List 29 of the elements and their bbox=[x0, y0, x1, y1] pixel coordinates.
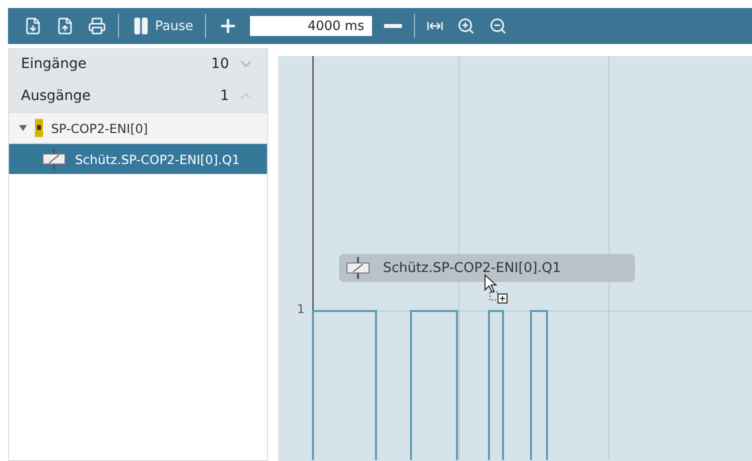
print-button[interactable] bbox=[86, 17, 108, 35]
drag-cursor-icon bbox=[484, 274, 510, 304]
module-icon bbox=[35, 119, 43, 137]
section-count: 10 bbox=[211, 56, 229, 72]
relay-icon bbox=[345, 257, 371, 279]
section-count: 1 bbox=[220, 88, 229, 104]
zoom-in-icon bbox=[457, 17, 476, 35]
file-upload-icon bbox=[56, 17, 74, 35]
zoom-time-out-button[interactable] bbox=[382, 24, 404, 28]
file-download-icon bbox=[24, 17, 42, 35]
expand-arrow-icon[interactable] bbox=[19, 124, 27, 132]
zoom-out-icon bbox=[489, 17, 508, 35]
fit-width-icon bbox=[427, 21, 444, 31]
printer-icon bbox=[88, 17, 106, 35]
section-header[interactable]: Ausgänge 1 bbox=[9, 80, 267, 112]
axis-tick-label: 1 bbox=[297, 302, 305, 316]
fit-button[interactable] bbox=[425, 21, 446, 31]
relay-icon bbox=[41, 148, 67, 170]
minus-icon bbox=[384, 24, 402, 28]
section-label: Ausgänge bbox=[21, 88, 92, 104]
drag-label: Schütz.SP-COP2-ENI[0].Q1 bbox=[383, 260, 561, 276]
section-header[interactable]: Eingänge 10 bbox=[9, 48, 267, 80]
tree-item[interactable]: Schütz.SP-COP2-ENI[0].Q1 bbox=[9, 143, 267, 174]
pause-button[interactable]: Pause bbox=[129, 16, 196, 36]
interval-field[interactable]: 4000 ms bbox=[250, 16, 372, 36]
section-label: Eingänge bbox=[21, 56, 88, 72]
tree-item-label: SP-COP2-ENI[0] bbox=[51, 120, 148, 136]
tree-item[interactable]: SP-COP2-ENI[0] bbox=[9, 112, 267, 143]
tree-item-label: Schütz.SP-COP2-ENI[0].Q1 bbox=[75, 152, 240, 166]
